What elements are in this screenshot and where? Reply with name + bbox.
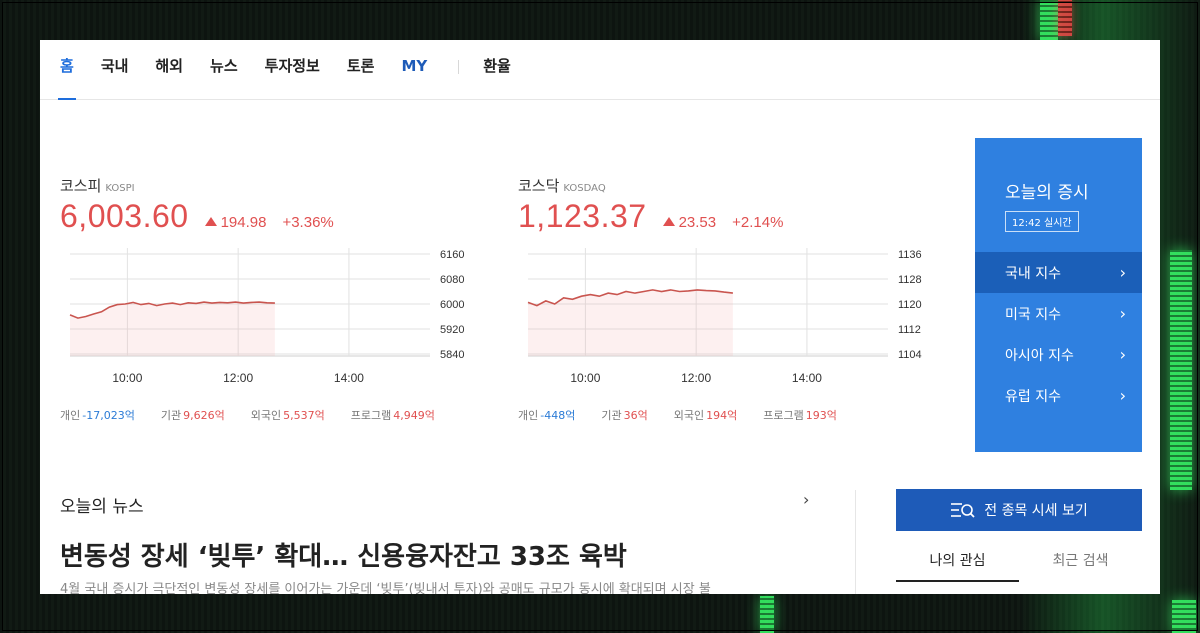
kosdaq-change-pct: +2.14% — [732, 214, 784, 231]
tab-recent-search[interactable]: 최근 검색 — [1019, 550, 1142, 582]
market-item-label: 미국 지수 — [1005, 306, 1061, 323]
main-nav: 홈 국내 해외 뉴스 투자정보 토론 MY 환율 — [40, 40, 1160, 100]
flow-value: 36억 — [623, 409, 648, 422]
kospi-chart[interactable]: 6160 6080 6000 5920 5840 10:00 12:00 14:00 — [69, 246, 470, 390]
chevron-right-icon: › — [1119, 263, 1126, 282]
market-item-label: 국내 지수 — [1005, 265, 1061, 282]
chevron-right-icon: › — [1119, 304, 1126, 323]
flow-value: 5,537억 — [283, 409, 325, 422]
y-tick-label: 1120 — [898, 299, 922, 311]
series-area — [528, 289, 733, 356]
x-tick-label: 14:00 — [792, 371, 822, 385]
kosdaq-investor-flow: 개인 -448억 기관 36억 외국인 194억 프로그램 193억 — [518, 407, 863, 423]
kospi-change-pct: +3.36% — [282, 214, 334, 231]
nav-invest-info[interactable]: 투자정보 — [265, 40, 320, 100]
bg-candle — [1040, 0, 1058, 40]
y-tick-label: 5840 — [440, 349, 464, 361]
kosdaq-chart[interactable]: 1136 1128 1120 1112 1104 10:00 12:00 14:00 — [527, 246, 928, 390]
chevron-right-icon: › — [1119, 386, 1126, 405]
y-tick-label: 1104 — [898, 349, 922, 361]
x-tick-label: 14:00 — [334, 371, 364, 385]
news-headline[interactable]: 변동성 장세 ‘빚투’ 확대… 신용융자잔고 33조 육박 — [60, 536, 627, 573]
bg-candle — [1058, 0, 1072, 36]
up-arrow-icon — [204, 217, 217, 226]
market-item-label: 아시아 지수 — [1005, 347, 1074, 364]
nav-my[interactable]: MY — [401, 40, 427, 100]
x-tick-label: 10:00 — [570, 371, 600, 385]
news-heading: 오늘의 뉴스 — [60, 497, 144, 517]
kospi-name-en: KOSPI — [105, 183, 135, 194]
nav-discussion[interactable]: 토론 — [347, 40, 375, 100]
news-summary[interactable]: 4월 국내 증시가 극단적인 변동성 장세를 이어가는 가운데 ‘빚투’(빚내서… — [60, 578, 830, 594]
y-tick-label: 6160 — [440, 249, 464, 261]
kosdaq-change: 23.53 — [678, 214, 717, 231]
kosdaq-value: 1,123.37 — [518, 198, 647, 234]
kospi-value: 6,003.60 — [60, 198, 189, 234]
flow-label: 기관 — [601, 409, 622, 422]
x-tick-label: 10:00 — [112, 371, 142, 385]
kosdaq-name-en: KOSDAQ — [563, 183, 606, 194]
kosdaq-panel[interactable]: 코스닥 KOSDAQ 1,123.37 23.53 +2.14% — [518, 175, 918, 235]
kospi-investor-flow: 개인 -17,023억 기관 9,626억 외국인 5,537억 프로그램 4,949억 — [60, 407, 461, 423]
flow-value: -448억 — [540, 409, 576, 422]
kospi-change: 194.98 — [220, 214, 267, 231]
nav-domestic[interactable]: 국내 — [101, 40, 129, 100]
tab-my-interest[interactable]: 나의 관심 — [896, 550, 1019, 582]
nav-separator — [458, 59, 460, 74]
nav-news[interactable]: 뉴스 — [210, 40, 238, 100]
market-item-europe[interactable]: 유럽 지수 › — [975, 375, 1142, 416]
divider — [855, 490, 856, 594]
all-stocks-label: 전 종목 시세 보기 — [984, 503, 1088, 519]
series-area — [70, 302, 275, 356]
all-stocks-button[interactable]: 전 종목 시세 보기 — [896, 489, 1142, 531]
realtime-badge: 12:42 실시간 — [1005, 211, 1079, 232]
flow-label: 외국인 — [673, 409, 705, 422]
y-tick-label: 5920 — [440, 324, 464, 336]
bg-candle — [760, 596, 774, 633]
flow-label: 기관 — [160, 409, 182, 422]
flow-value: 4,949억 — [393, 409, 435, 422]
y-tick-label: 1128 — [898, 274, 922, 286]
chevron-right-icon: › — [1119, 345, 1126, 364]
flow-value: 193억 — [805, 409, 837, 422]
today-market-panel: 오늘의 증시 12:42 실시간 국내 지수 › 미국 지수 › 아시아 지수 › 유… — [975, 138, 1142, 452]
kospi-name: 코스피 — [60, 177, 102, 195]
y-tick-label: 6000 — [440, 299, 464, 311]
x-tick-label: 12:00 — [223, 371, 253, 385]
bg-candle — [1170, 250, 1192, 490]
flow-label: 외국인 — [250, 409, 282, 422]
x-tick-label: 12:00 — [681, 371, 711, 385]
news-more-chevron-icon[interactable]: › — [803, 490, 809, 509]
list-search-icon — [951, 503, 975, 518]
flow-value: 9,626억 — [183, 409, 225, 422]
kospi-panel[interactable]: 코스피 KOSPI 6,003.60 194.98 +3.36% — [60, 175, 460, 235]
market-panel-title: 오늘의 증시 — [1005, 183, 1089, 203]
kosdaq-name: 코스닥 — [518, 177, 560, 195]
flow-value: -17,023억 — [82, 409, 135, 422]
y-tick-label: 1136 — [898, 249, 922, 261]
flow-value: 194억 — [706, 409, 738, 422]
market-item-label: 유럽 지수 — [1005, 388, 1061, 405]
nav-home[interactable]: 홈 — [58, 40, 76, 100]
flow-label: 개인 — [518, 409, 539, 422]
bg-candle — [1172, 600, 1196, 633]
market-item-domestic[interactable]: 국내 지수 › — [975, 252, 1142, 293]
y-tick-label: 6080 — [440, 274, 464, 286]
watch-tabs: 나의 관심 최근 검색 — [896, 550, 1142, 582]
flow-label: 프로그램 — [350, 409, 392, 422]
y-tick-label: 1112 — [898, 324, 921, 336]
finance-home-card: 홈 국내 해외 뉴스 투자정보 토론 MY 환율 코스피 KOSPI 6,003.… — [40, 40, 1160, 594]
market-item-us[interactable]: 미국 지수 › — [975, 293, 1142, 334]
nav-overseas[interactable]: 해외 — [155, 40, 183, 100]
market-item-asia[interactable]: 아시아 지수 › — [975, 334, 1142, 375]
nav-exchange-rate[interactable]: 환율 — [483, 40, 511, 100]
flow-label: 프로그램 — [763, 409, 804, 422]
up-arrow-icon — [662, 217, 675, 226]
flow-label: 개인 — [60, 409, 81, 422]
